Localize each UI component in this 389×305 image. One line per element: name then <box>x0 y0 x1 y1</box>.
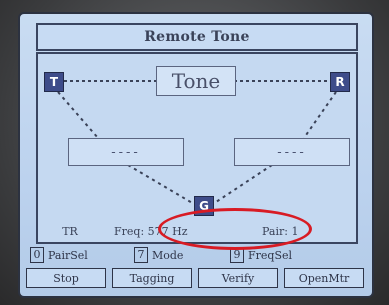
node-r-icon: R <box>330 72 350 92</box>
status-tr: TR <box>62 224 78 238</box>
key-hints: 0 PairSel 7 Mode 9 FreqSel <box>30 246 360 264</box>
softkey-bar: Stop Tagging Verify OpenMtr <box>26 268 366 288</box>
stop-button[interactable]: Stop <box>26 268 106 288</box>
key-hint-label: Mode <box>152 248 184 262</box>
key-hint-mode[interactable]: 7 Mode <box>134 247 183 263</box>
connection-diagram: T Tone R ---- ---- G <box>36 52 358 224</box>
right-reading-box: ---- <box>234 138 350 166</box>
key-hint-label: FreqSel <box>248 248 293 262</box>
node-t-icon: T <box>44 72 64 92</box>
openmtr-button[interactable]: OpenMtr <box>284 268 364 288</box>
key-7-icon: 7 <box>134 247 148 263</box>
key-hint-pairsel[interactable]: 0 PairSel <box>30 247 88 263</box>
key-0-icon: 0 <box>30 247 44 263</box>
left-reading-box: ---- <box>68 138 184 166</box>
frequency-highlight-ellipse <box>158 208 312 250</box>
screen-title: Remote Tone <box>36 23 358 51</box>
tagging-button[interactable]: Tagging <box>112 268 192 288</box>
key-hint-label: PairSel <box>48 248 88 262</box>
verify-button[interactable]: Verify <box>198 268 278 288</box>
lcd-screen: Remote Tone T Tone R ---- ---- G TR Freq… <box>18 12 374 298</box>
tone-box: Tone <box>156 66 236 96</box>
